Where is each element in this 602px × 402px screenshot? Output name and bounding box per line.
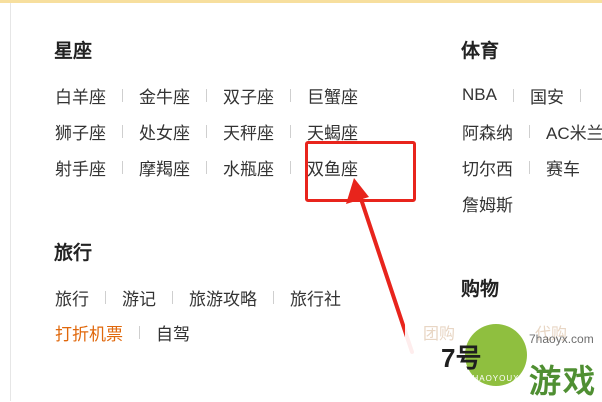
watermark-logo-number: 7号 [441,343,482,373]
watermark-overlay: 团购 代购 7号 7haoyx.com 7HAOYOUXIWANG 游戏 [405,300,602,401]
watermark-url: 7haoyx.com [529,332,594,346]
watermark-brand: 游戏 [529,363,598,399]
